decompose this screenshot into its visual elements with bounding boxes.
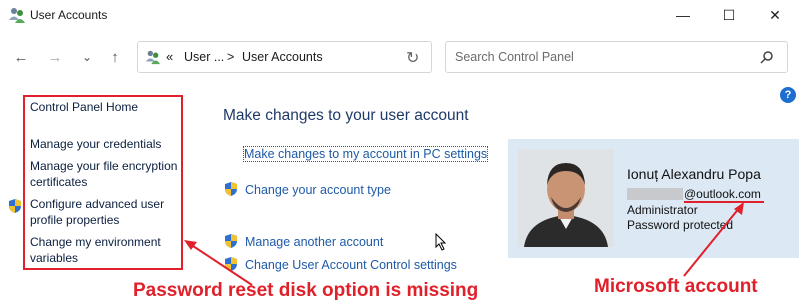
breadcrumb-separator[interactable]: > xyxy=(227,50,234,64)
minimize-button[interactable]: — xyxy=(660,0,706,30)
profile-photo-icon xyxy=(518,149,614,247)
window-title: User Accounts xyxy=(30,8,108,22)
forward-arrow-icon[interactable]: → xyxy=(44,46,66,68)
refresh-icon[interactable]: ↻ xyxy=(406,48,419,68)
user-avatar xyxy=(518,149,614,247)
user-accounts-icon xyxy=(145,50,161,65)
control-panel-home-link[interactable]: Control Panel Home xyxy=(30,99,138,115)
maximize-button[interactable]: ☐ xyxy=(706,0,752,30)
recent-locations-chevron-icon[interactable]: ⌄ xyxy=(76,46,98,68)
user-name: Ionuț Alexandru Popa xyxy=(627,166,761,182)
up-arrow-icon[interactable]: ↑ xyxy=(104,46,126,68)
manage-another-account-link[interactable]: Manage another account xyxy=(245,235,383,249)
uac-settings-link[interactable]: Change User Account Control settings xyxy=(245,258,457,272)
advanced-profile-link[interactable]: Configure advanced user profile properti… xyxy=(30,196,180,228)
redacted-email xyxy=(627,188,683,200)
user-accounts-icon xyxy=(9,8,25,23)
file-encryption-link[interactable]: Manage your file encryption certificates xyxy=(30,158,180,190)
close-button[interactable]: ✕ xyxy=(752,0,798,30)
search-icon[interactable] xyxy=(760,50,774,64)
account-role: Administrator xyxy=(627,203,698,217)
uac-shield-icon xyxy=(225,257,237,271)
back-arrow-icon[interactable]: ← xyxy=(10,46,32,68)
manage-credentials-link[interactable]: Manage your credentials xyxy=(30,136,161,152)
annotation-microsoft-account: Microsoft account xyxy=(594,276,758,297)
mouse-cursor-icon xyxy=(435,233,447,251)
uac-shield-icon xyxy=(9,199,21,213)
breadcrumb-item-user[interactable]: User ... xyxy=(184,50,224,64)
annotation-password-reset: Password reset disk option is missing xyxy=(133,280,479,301)
help-icon[interactable]: ? xyxy=(780,87,796,103)
page-heading: Make changes to your user account xyxy=(223,107,469,124)
pc-settings-link[interactable]: Make changes to my account in PC setting… xyxy=(242,146,489,162)
breadcrumb-item-user-accounts[interactable]: User Accounts xyxy=(242,50,323,64)
uac-shield-icon xyxy=(225,182,237,196)
environment-variables-link[interactable]: Change my environment variables xyxy=(30,234,180,266)
search-placeholder[interactable]: Search Control Panel xyxy=(455,50,574,64)
change-account-type-link[interactable]: Change your account type xyxy=(245,183,391,197)
user-email: @outlook.com xyxy=(684,187,761,201)
account-status: Password protected xyxy=(627,218,734,232)
uac-shield-icon xyxy=(225,234,237,248)
breadcrumb-overflow-icon[interactable]: « xyxy=(166,49,173,64)
